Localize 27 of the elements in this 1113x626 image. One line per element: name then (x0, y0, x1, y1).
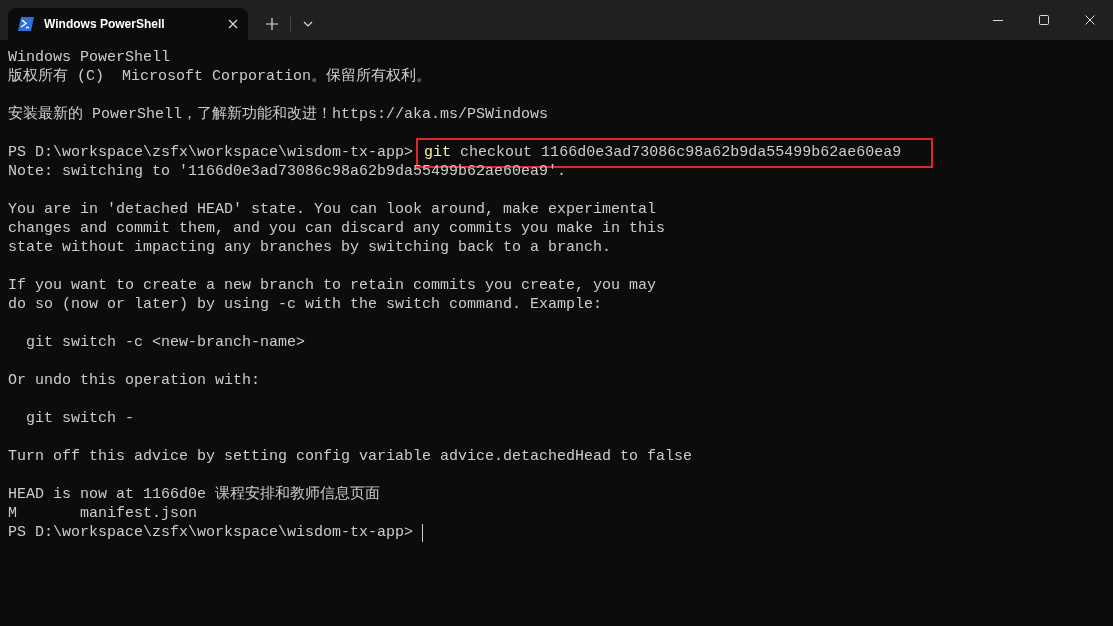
output-line: 版权所有 (C) Microsoft Corporation。保留所有权利。 (8, 67, 432, 86)
maximize-icon[interactable] (1039, 15, 1049, 25)
close-icon[interactable] (1085, 15, 1095, 25)
terminal-prompt-icon (18, 17, 34, 31)
minimize-icon[interactable] (993, 19, 1003, 21)
output-line: HEAD is now at 1166d0e 课程安排和教师信息页面 (8, 485, 381, 504)
output-line: 安装最新的 PowerShell，了解新功能和改进！https://aka.ms/PSWindows (8, 105, 549, 124)
output-line: do so (now or later) by using -c with the switch command. Example: (8, 295, 603, 314)
output-line: git switch - (25, 409, 135, 428)
tab-title: Windows PowerShell (44, 16, 166, 33)
output-line: Note: switching to '1166d0e3ad73086c98a62b9da55499b62ae60ea9'. (8, 162, 567, 181)
output-line: M manifest.json (8, 504, 198, 523)
output-line: If you want to create a new branch to retain commits you create, you may (8, 276, 657, 295)
new-tab-icon[interactable] (266, 18, 278, 30)
prompt-text: PS D:\workspace\zsfx\workspace\wisdom-tx-app> (8, 143, 414, 162)
output-line: Or undo this operation with: (8, 371, 261, 390)
output-line: git switch -c <new-branch-name> (25, 333, 306, 352)
output-line: Turn off this advice by setting config variable advice.detachedHead to false (8, 447, 693, 466)
terminal-tab[interactable]: Windows PowerShell (8, 8, 248, 40)
command-text: git checkout 1166d0e3ad73086c98a62b9da55499b62ae60ea9 (424, 143, 902, 162)
close-icon[interactable] (228, 19, 238, 29)
prompt-text: PS D:\workspace\zsfx\workspace\wisdom-tx-app> (8, 523, 414, 542)
output-line: You are in 'detached HEAD' state. You can look around, make experimental (8, 200, 657, 219)
output-line: Windows PowerShell (8, 48, 171, 67)
chevron-down-icon[interactable] (303, 21, 313, 27)
output-line: changes and commit them, and you can discard any commits you make in this (8, 219, 666, 238)
output-line: state without impacting any branches by switching back to a branch. (8, 238, 612, 257)
